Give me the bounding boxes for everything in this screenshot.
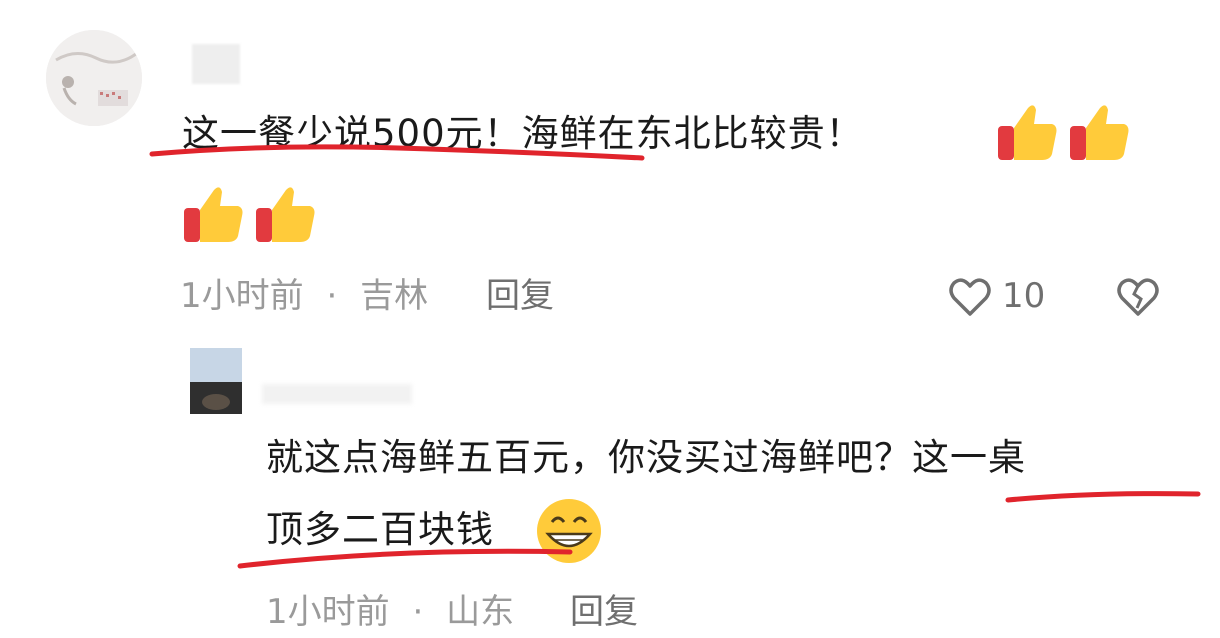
comment-meta: 1小时前 · 吉林 xyxy=(180,276,428,316)
reply-text-line-2: 顶多二百块钱 xyxy=(266,508,494,551)
meta-separator: · xyxy=(326,276,338,316)
thumbs-up-icon xyxy=(256,187,315,242)
grin-emoji xyxy=(534,496,604,570)
reply-username-redacted xyxy=(262,384,412,404)
avatar-image xyxy=(46,30,142,126)
avatar[interactable] xyxy=(46,30,142,126)
username-redacted xyxy=(192,44,240,84)
reply-meta: 1小时前 · 山东 xyxy=(266,592,514,632)
like-count: 10 xyxy=(1002,276,1046,316)
grin-icon xyxy=(537,499,601,563)
comment-location: 吉林 xyxy=(360,276,429,316)
meta-separator: · xyxy=(412,592,424,632)
comment-text-line: 这一餐少说500元！海鲜在东北比较贵！ xyxy=(182,112,864,155)
reply-location: 山东 xyxy=(446,592,515,632)
reply-avatar[interactable] xyxy=(190,348,242,414)
reply-text-line-1: 就这点海鲜五百元，你没买过海鲜吧？这一桌 xyxy=(266,436,1026,479)
thumbs-up-emoji-4 xyxy=(252,182,318,252)
reply-time: 1小时前 xyxy=(266,592,390,632)
thumbs-up-icon xyxy=(998,105,1057,160)
thumbs-up-emoji-2 xyxy=(1066,100,1132,170)
reply-reply-button[interactable]: 回复 xyxy=(570,592,638,632)
thumbs-up-icon xyxy=(1070,105,1129,160)
broken-heart-icon xyxy=(1117,278,1159,316)
reply-button[interactable]: 回复 xyxy=(486,276,554,316)
comment-time: 1小时前 xyxy=(180,276,304,316)
thumbs-up-emoji-1 xyxy=(994,100,1060,170)
red-underline-mark xyxy=(1005,491,1201,503)
thumbs-up-icon xyxy=(184,187,243,242)
thumbs-up-emoji-3 xyxy=(180,182,246,252)
like-button[interactable] xyxy=(946,272,994,324)
heart-icon xyxy=(949,278,991,316)
dislike-button[interactable] xyxy=(1114,272,1162,324)
reply-avatar-image xyxy=(190,348,242,414)
